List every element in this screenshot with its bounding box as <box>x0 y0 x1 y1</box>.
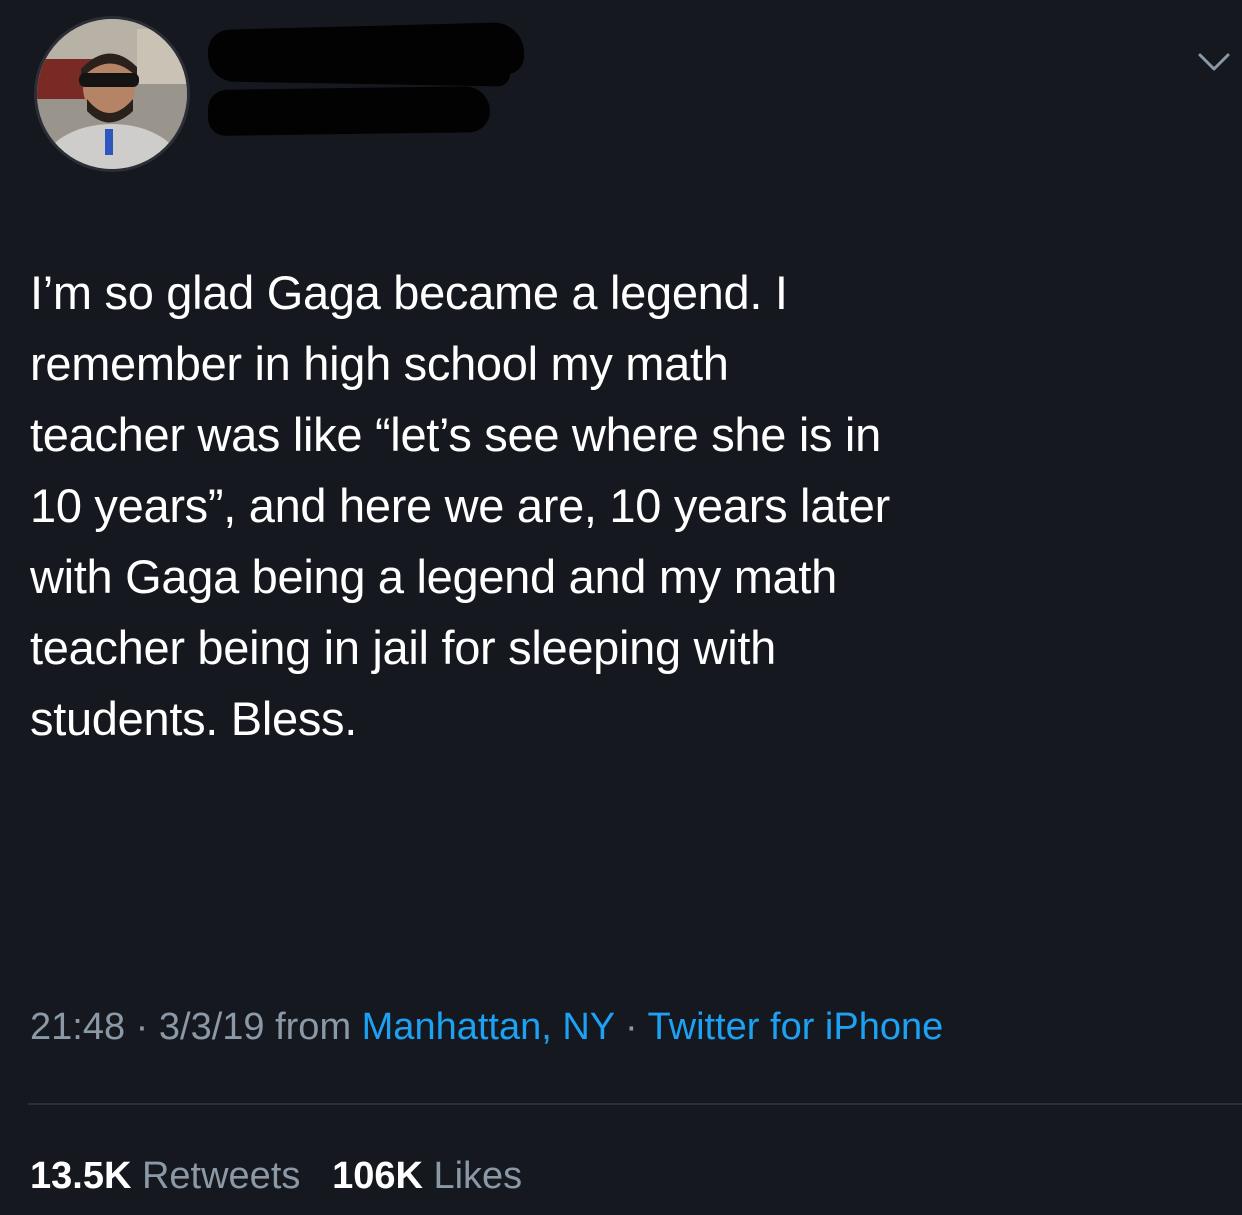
retweets-count: 13.5K <box>30 1155 132 1197</box>
tweet-time[interactable]: 21:48 <box>30 1006 125 1048</box>
source-link[interactable]: Twitter for iPhone <box>648 1006 944 1048</box>
likes-count: 106K <box>332 1155 423 1197</box>
likes-label: Likes <box>433 1155 523 1197</box>
avatar-photo <box>37 19 187 169</box>
tweet-text-line: teacher was like “let’s see where she is… <box>30 408 881 461</box>
tweet-date[interactable]: 3/3/19 <box>159 1006 265 1048</box>
retweets-label: Retweets <box>141 1155 301 1197</box>
tweet-text-line: students. Bless. <box>30 692 357 745</box>
divider <box>28 1103 1242 1105</box>
tweet-metadata: 21:48 · 3/3/19 from Manhattan, NY · Twit… <box>30 1004 943 1050</box>
separator: · <box>625 1006 638 1048</box>
redacted-display-name-overlap <box>219 53 511 87</box>
from-label: from <box>275 1006 352 1048</box>
chevron-down-icon[interactable] <box>1196 50 1232 74</box>
tweet-text-line: teacher being in jail for sleeping with <box>30 621 776 674</box>
separator: · <box>135 1006 149 1048</box>
tweet-text-line: 10 years”, and here we are, 10 years lat… <box>30 479 890 532</box>
location-link[interactable]: Manhattan, NY <box>362 1006 615 1048</box>
retweets-stat[interactable]: 13.5K Retweets <box>30 1155 311 1197</box>
likes-stat[interactable]: 106K Likes <box>332 1155 522 1197</box>
tweet-text-line: I’m so glad Gaga became a legend. I <box>30 266 788 319</box>
tweet-text: I’m so glad Gaga became a legend. I reme… <box>30 257 1220 754</box>
tweet-stats: 13.5K Retweets 106K Likes <box>30 1153 522 1199</box>
tweet-card: I’m so glad Gaga became a legend. I reme… <box>0 0 1242 1215</box>
avatar[interactable] <box>34 16 190 172</box>
redacted-username <box>207 86 491 136</box>
tweet-text-line: remember in high school my math <box>30 337 729 390</box>
tweet-text-line: with Gaga being a legend and my math <box>30 550 837 603</box>
